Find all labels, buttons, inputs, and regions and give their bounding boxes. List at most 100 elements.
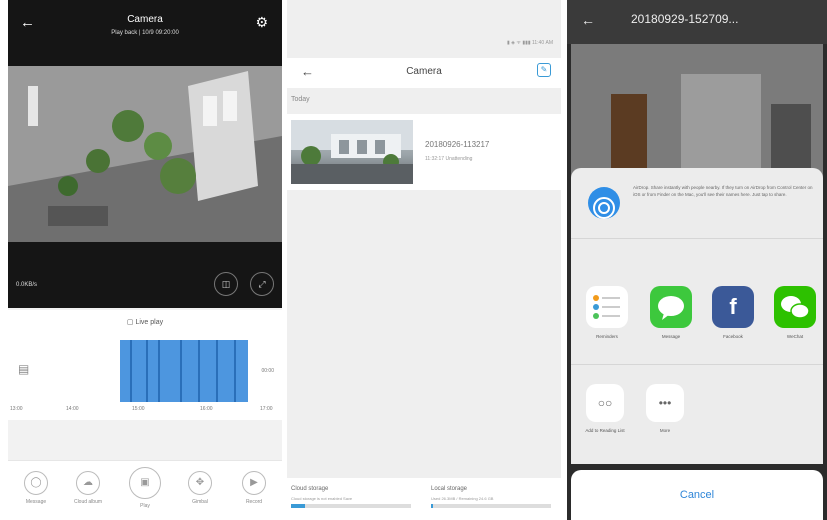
calendar-icon[interactable]: ▤ xyxy=(18,362,29,376)
message-icon xyxy=(650,286,692,328)
reminders-icon xyxy=(586,286,628,328)
action-more[interactable]: ••• More xyxy=(641,384,689,434)
action-label: More xyxy=(659,428,671,433)
chat-bubble-icon: ◯ xyxy=(24,471,48,495)
video-camera-icon: ▶ xyxy=(242,471,266,495)
screenshot-icon[interactable]: ◫ xyxy=(214,272,238,296)
share-app-wechat[interactable]: WeChat xyxy=(773,286,817,339)
local-storage-title: Local storage xyxy=(431,486,468,492)
tool-play[interactable]: ▣ Play xyxy=(125,467,165,509)
airdrop-description: AirDrop. Share instantly with people nea… xyxy=(633,185,813,197)
app-label: Reminders xyxy=(596,334,618,339)
cloud-icon: ☁ xyxy=(76,471,100,495)
list-item[interactable]: 20180926-113217 11:32:17 Unattending xyxy=(287,114,561,190)
tool-label: Message xyxy=(25,499,47,505)
share-header: ← 20180929-152709... xyxy=(567,0,827,44)
local-storage-desc: Used 26.3MB / Remaining 24.6 GB xyxy=(431,496,494,501)
video-meta: 11:32:17 Unattending xyxy=(425,156,473,162)
reading-list-icon: ○○ xyxy=(586,384,624,422)
settings-icon[interactable]: ⚙ xyxy=(255,14,268,31)
back-to-live-label: Live play xyxy=(135,319,164,326)
share-screen: ← 20180929-152709... AirDrop. Share inst… xyxy=(567,0,827,520)
back-to-live-button[interactable]: ▢ Live play xyxy=(8,318,282,326)
more-icon: ••• xyxy=(646,384,684,422)
wechat-bubbles-graphic xyxy=(781,296,810,319)
section-header: Today xyxy=(291,96,310,103)
storage-footer: Cloud storage Cloud storage is not enabl… xyxy=(287,478,561,520)
video-preview-image xyxy=(571,44,823,184)
album-title: Camera xyxy=(406,66,442,77)
segment-stripe xyxy=(180,340,182,402)
camera-feed-image xyxy=(8,66,282,242)
segment-stripe xyxy=(158,340,160,402)
local-storage-bar xyxy=(431,504,551,508)
save-icon: ▣ xyxy=(129,467,161,499)
share-app-reminders[interactable]: Reminders xyxy=(585,286,629,339)
camera-feed[interactable] xyxy=(8,66,282,242)
local-storage[interactable]: Local storage Used 26.3MB / Remaining 24… xyxy=(431,486,561,508)
edit-icon[interactable]: ✎ xyxy=(537,63,551,77)
recorded-segment[interactable] xyxy=(120,340,248,402)
tick-label: 15:00 xyxy=(132,406,145,412)
divider xyxy=(571,364,823,365)
speed-readout: 0.0KB/s xyxy=(16,282,38,288)
share-app-facebook[interactable]: f Facebook xyxy=(711,286,755,339)
cloud-storage-fill xyxy=(291,504,306,508)
fullscreen-icon[interactable]: ⤢ xyxy=(250,272,274,296)
timeline-side-label: 00:00 xyxy=(261,368,274,374)
status-bar: ▮ ◈ ᯤ ▮▮▮ 11:40 AM xyxy=(506,40,553,46)
bottom-toolbar: ◯ Message ☁ Cloud album ▣ Play ✥ Gimbal … xyxy=(8,460,282,520)
message-bubble-graphic xyxy=(658,296,684,320)
divider xyxy=(571,238,823,239)
camera-area: ← Camera Play back | 10/9 09:20:00 ⚙ 0.0… xyxy=(8,0,282,308)
back-icon[interactable]: ← xyxy=(581,12,595,28)
timeline-ticks: 13:00 14:00 15:00 16:00 17:00 xyxy=(8,404,282,418)
camera-footer: 0.0KB/s ◫ ⤢ xyxy=(8,250,282,308)
app-label: Facebook xyxy=(723,334,743,339)
share-sheet: AirDrop. Share instantly with people nea… xyxy=(571,168,823,464)
tick-label: 16:00 xyxy=(200,406,213,412)
video-thumbnail xyxy=(291,120,413,184)
tool-label: Cloud album xyxy=(73,499,103,505)
live-view-screen: ← Camera Play back | 10/9 09:20:00 ⚙ 0.0… xyxy=(8,0,282,520)
app-label: WeChat xyxy=(786,334,804,339)
tick-label: 17:00 xyxy=(260,406,273,412)
tool-gimbal[interactable]: ✥ Gimbal xyxy=(180,471,220,505)
thumbnail-image xyxy=(291,120,413,184)
camera-header: ← Camera Play back | 10/9 09:20:00 ⚙ xyxy=(8,0,282,62)
cloud-storage[interactable]: Cloud storage Cloud storage is not enabl… xyxy=(291,486,421,508)
direction-icon: ✥ xyxy=(188,471,212,495)
segment-stripe xyxy=(146,340,148,402)
action-add-to-reading-list[interactable]: ○○ Add to Reading List xyxy=(581,384,629,434)
cloud-storage-desc: Cloud storage is not enabled Save xyxy=(291,496,353,501)
tool-label: Play xyxy=(140,503,150,509)
cloud-storage-title: Cloud storage xyxy=(291,486,329,492)
album-screen: ▮ ◈ ᯤ ▮▮▮ 11:40 AM ← Camera ✎ Today 2018… xyxy=(287,0,561,520)
tool-label: Record xyxy=(245,499,263,505)
airdrop-icon[interactable] xyxy=(587,186,621,220)
tick-label: 14:00 xyxy=(66,406,79,412)
app-label: Message xyxy=(661,334,681,339)
tool-record[interactable]: ▶ Record xyxy=(234,471,274,505)
share-app-message[interactable]: Message xyxy=(649,286,693,339)
wechat-icon xyxy=(774,286,816,328)
video-name: 20180926-113217 xyxy=(425,140,490,149)
tool-message[interactable]: ◯ Message xyxy=(16,471,56,505)
tool-label: Gimbal xyxy=(192,499,208,505)
tick-label: 13:00 xyxy=(10,406,23,412)
camera-title: Camera xyxy=(127,14,163,25)
segment-stripe xyxy=(234,340,236,402)
camera-subtitle: Play back | 10/9 09:20:00 xyxy=(111,30,179,36)
tool-cloud-album[interactable]: ☁ Cloud album xyxy=(68,471,108,505)
segment-stripe xyxy=(130,340,132,402)
video-preview xyxy=(571,44,823,184)
video-title: 20180929-152709... xyxy=(631,12,739,26)
segment-stripe xyxy=(198,340,200,402)
cloud-storage-bar xyxy=(291,504,411,508)
cancel-button[interactable]: Cancel xyxy=(571,470,823,520)
action-label: Add to Reading List xyxy=(585,428,625,433)
reminders-list-graphic xyxy=(593,295,620,319)
playback-timeline[interactable]: ▢ Live play ▤ 00:00 13:00 14:00 15:00 16… xyxy=(8,310,282,420)
album-header: ← Camera ✎ xyxy=(287,58,561,88)
local-storage-fill xyxy=(431,504,434,508)
